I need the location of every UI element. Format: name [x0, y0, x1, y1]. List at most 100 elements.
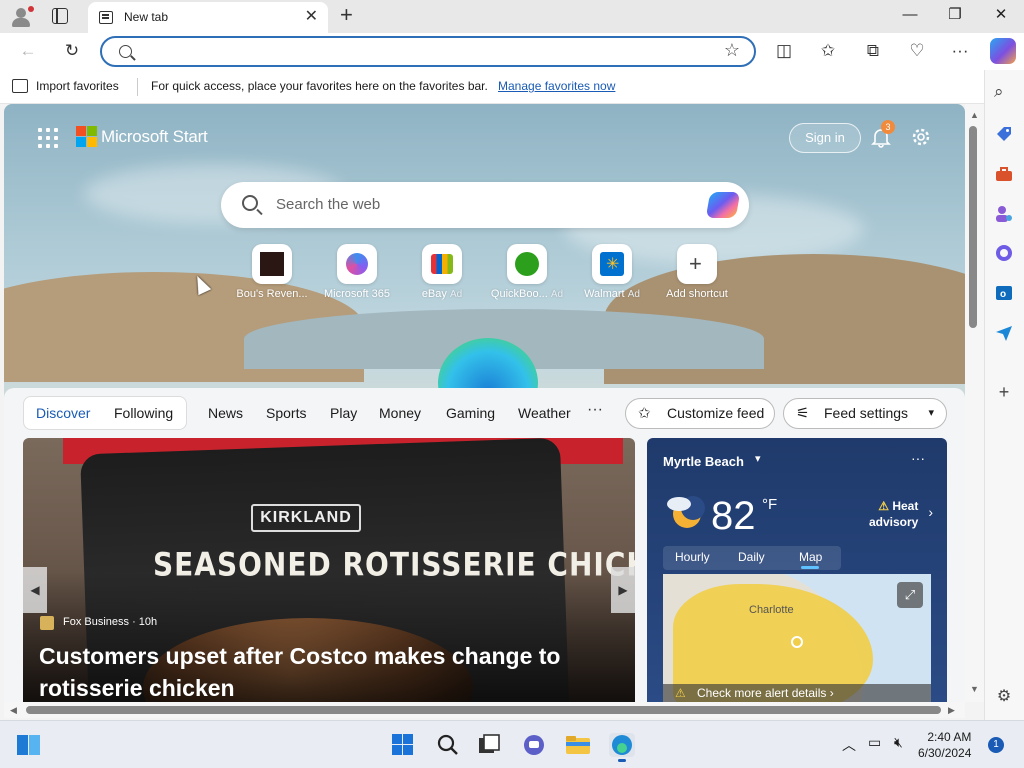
- manage-favorites-link[interactable]: Manage favorites now: [498, 79, 615, 93]
- profile-icon[interactable]: [10, 6, 34, 28]
- weather-alert-map[interactable]: Charlotte ⤢: [663, 574, 931, 702]
- carousel-next-button[interactable]: ▶: [611, 567, 635, 613]
- minimize-button[interactable]: —: [887, 4, 933, 26]
- brand-title[interactable]: Microsoft Start: [101, 127, 208, 147]
- tab-news[interactable]: News: [208, 405, 243, 421]
- svg-text:o: o: [1000, 289, 1006, 300]
- article-headline[interactable]: Customers upset after Costco makes chang…: [39, 640, 599, 702]
- microsoft-logo-icon: [76, 126, 98, 148]
- shopping-tag-icon[interactable]: [994, 124, 1014, 144]
- teams-chat-icon[interactable]: [521, 733, 547, 757]
- shortcut-tile[interactable]: eBay Ad: [399, 244, 485, 300]
- browser-essentials-icon[interactable]: ♡: [905, 40, 929, 62]
- feed-settings-button[interactable]: ⚟ Feed settings ▾: [783, 398, 947, 429]
- sign-in-button[interactable]: Sign in: [789, 123, 861, 153]
- address-input[interactable]: [142, 42, 702, 62]
- add-shortcut-tile[interactable]: + Add shortcut: [654, 244, 740, 300]
- chevron-down-icon[interactable]: ▾: [755, 452, 761, 465]
- scroll-left-arrow[interactable]: ◀: [10, 705, 17, 716]
- tab-following[interactable]: Following: [114, 405, 173, 421]
- heat-advisory-alert[interactable]: ⚠ Heat advisory: [869, 498, 918, 530]
- tab-daily[interactable]: Daily: [738, 550, 765, 564]
- search-icon[interactable]: [435, 733, 461, 757]
- alert-details-link[interactable]: ⚠ Check more alert details ›: [663, 684, 931, 702]
- task-view-icon[interactable]: [476, 733, 502, 757]
- scroll-right-arrow[interactable]: ▶: [948, 705, 955, 716]
- customize-feed-button[interactable]: ✩ Customize feed: [625, 398, 775, 429]
- new-tab-button[interactable]: +: [340, 4, 353, 26]
- article-source: Fox Business · 10h: [63, 616, 158, 628]
- back-arrow-icon[interactable]: ←: [16, 40, 40, 62]
- shortcut-tile[interactable]: QuickBoo... Ad: [484, 244, 570, 300]
- microsoft-365-icon[interactable]: [994, 243, 1014, 263]
- network-icon[interactable]: ▭: [868, 734, 881, 751]
- windows-start-icon[interactable]: [390, 733, 416, 757]
- web-search-box[interactable]: Search the web: [221, 182, 749, 228]
- system-clock[interactable]: 2:40 AM 6/30/2024: [918, 729, 971, 761]
- tools-toolbox-icon[interactable]: [994, 164, 1014, 184]
- tab-map[interactable]: Map: [799, 550, 822, 564]
- scroll-down-arrow[interactable]: ▼: [970, 684, 979, 694]
- shortcut-label: Microsoft 365: [323, 288, 391, 300]
- split-screen-icon[interactable]: ◫: [772, 40, 796, 62]
- shortcut-tile[interactable]: ✳ Walmart Ad: [569, 244, 655, 300]
- widgets-icon[interactable]: [16, 733, 42, 757]
- tab-discover[interactable]: Discover: [36, 405, 90, 421]
- copilot-icon[interactable]: [990, 38, 1016, 64]
- scrollbar-thumb[interactable]: [26, 706, 941, 714]
- location-marker: [791, 636, 803, 648]
- shortcut-tile[interactable]: Bou's Reven...: [229, 244, 315, 300]
- search-icon[interactable]: ⌕: [994, 82, 1014, 102]
- feed-mode-toggle: Discover Following: [23, 396, 187, 430]
- vertical-scrollbar[interactable]: ▲ ▼: [965, 104, 984, 702]
- close-window-button[interactable]: ✕: [978, 4, 1024, 26]
- file-explorer-icon[interactable]: [565, 733, 591, 757]
- more-tabs-button[interactable]: ···: [587, 401, 603, 419]
- page-settings-gear-icon[interactable]: [910, 126, 932, 148]
- expand-map-icon[interactable]: ⤢: [897, 582, 923, 608]
- tab-gaming[interactable]: Gaming: [446, 405, 495, 421]
- favorites-icon[interactable]: ✩: [816, 40, 840, 62]
- scroll-up-arrow[interactable]: ▲: [970, 110, 979, 120]
- search-placeholder: Search the web: [276, 196, 381, 213]
- copilot-icon[interactable]: [705, 192, 741, 218]
- edge-taskbar-icon[interactable]: [609, 733, 635, 762]
- tab-new-tab[interactable]: New tab ✕: [88, 2, 328, 33]
- sidebar-settings-gear-icon[interactable]: ⚙: [994, 686, 1014, 706]
- tab-weather[interactable]: Weather: [518, 405, 571, 421]
- persona-games-icon[interactable]: [994, 204, 1014, 224]
- close-tab-button[interactable]: ✕: [305, 8, 318, 26]
- app-launcher-icon[interactable]: [38, 128, 58, 148]
- tab-actions-icon[interactable]: [52, 8, 68, 24]
- favorites-bar-message: For quick access, place your favorites h…: [151, 79, 488, 93]
- tab-sports[interactable]: Sports: [266, 405, 306, 421]
- tab-play[interactable]: Play: [330, 405, 357, 421]
- address-bar[interactable]: ☆: [100, 36, 756, 67]
- more-options-icon[interactable]: ···: [948, 40, 972, 62]
- feed-settings-label: Feed settings: [824, 405, 909, 421]
- collections-icon[interactable]: ⧉: [861, 40, 885, 62]
- volume-muted-icon[interactable]: 🔇︎: [894, 734, 903, 751]
- outlook-icon[interactable]: o: [994, 283, 1014, 303]
- carousel-prev-button[interactable]: ◀: [23, 567, 47, 613]
- hero-article-card[interactable]: KIRKLAND SEASONED ROTISSERIE CHICKEN ◀ ▶…: [23, 438, 635, 702]
- more-options-icon[interactable]: ···: [911, 450, 925, 466]
- add-favorite-star-icon[interactable]: ☆: [724, 40, 740, 61]
- weather-location[interactable]: Myrtle Beach: [663, 454, 744, 469]
- weather-card[interactable]: Myrtle Beach ▾ ··· 82 °F ⚠ Heat advisory…: [647, 438, 947, 702]
- send-drop-icon[interactable]: [994, 323, 1014, 343]
- scrollbar-thumb[interactable]: [969, 126, 977, 328]
- news-feed: Discover Following News Sports Play Mone…: [4, 388, 965, 702]
- add-sidebar-app-icon[interactable]: +: [994, 382, 1014, 402]
- shortcut-label: eBay: [421, 288, 447, 300]
- shortcut-tile[interactable]: Microsoft 365: [314, 244, 400, 300]
- tab-money[interactable]: Money: [379, 405, 421, 421]
- refresh-icon[interactable]: ↻: [60, 40, 84, 62]
- show-hidden-icons-chevron-icon[interactable]: ︿: [842, 735, 856, 755]
- import-favorites-button[interactable]: Import favorites: [36, 79, 119, 93]
- tab-hourly[interactable]: Hourly: [675, 550, 710, 564]
- notification-center-badge[interactable]: 1: [988, 737, 1004, 753]
- horizontal-scrollbar[interactable]: ◀ ▶: [4, 702, 965, 718]
- restore-button[interactable]: ❐: [932, 4, 978, 26]
- chevron-right-icon[interactable]: ›: [928, 504, 933, 520]
